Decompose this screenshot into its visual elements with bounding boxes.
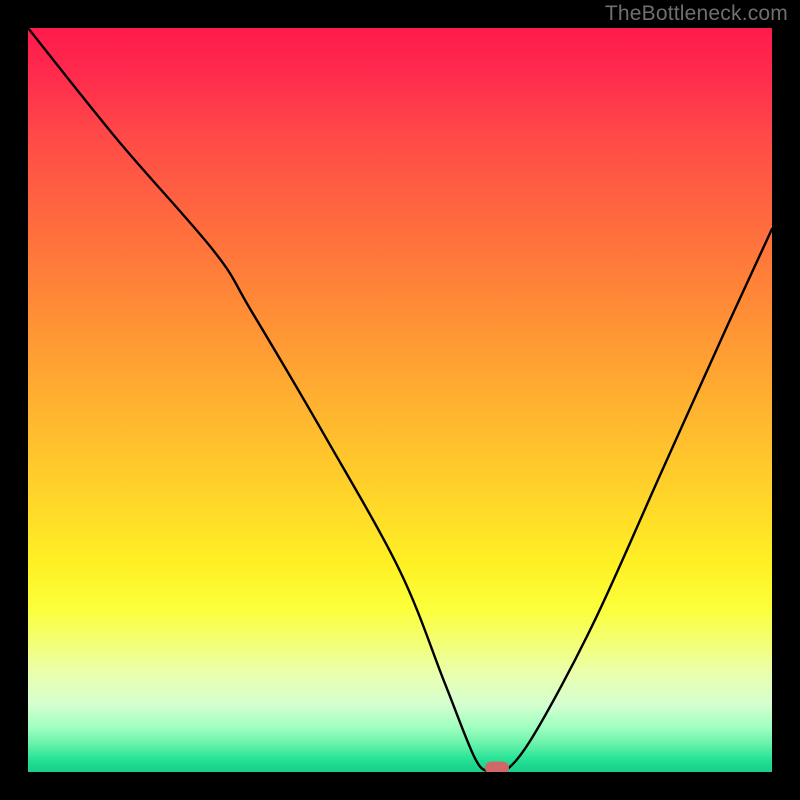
bottleneck-curve — [28, 28, 772, 772]
watermark-text: TheBottleneck.com — [605, 2, 788, 26]
chart-frame: TheBottleneck.com — [0, 0, 800, 800]
curve-path — [28, 28, 772, 772]
plot-area — [28, 28, 772, 772]
target-marker — [485, 762, 509, 772]
